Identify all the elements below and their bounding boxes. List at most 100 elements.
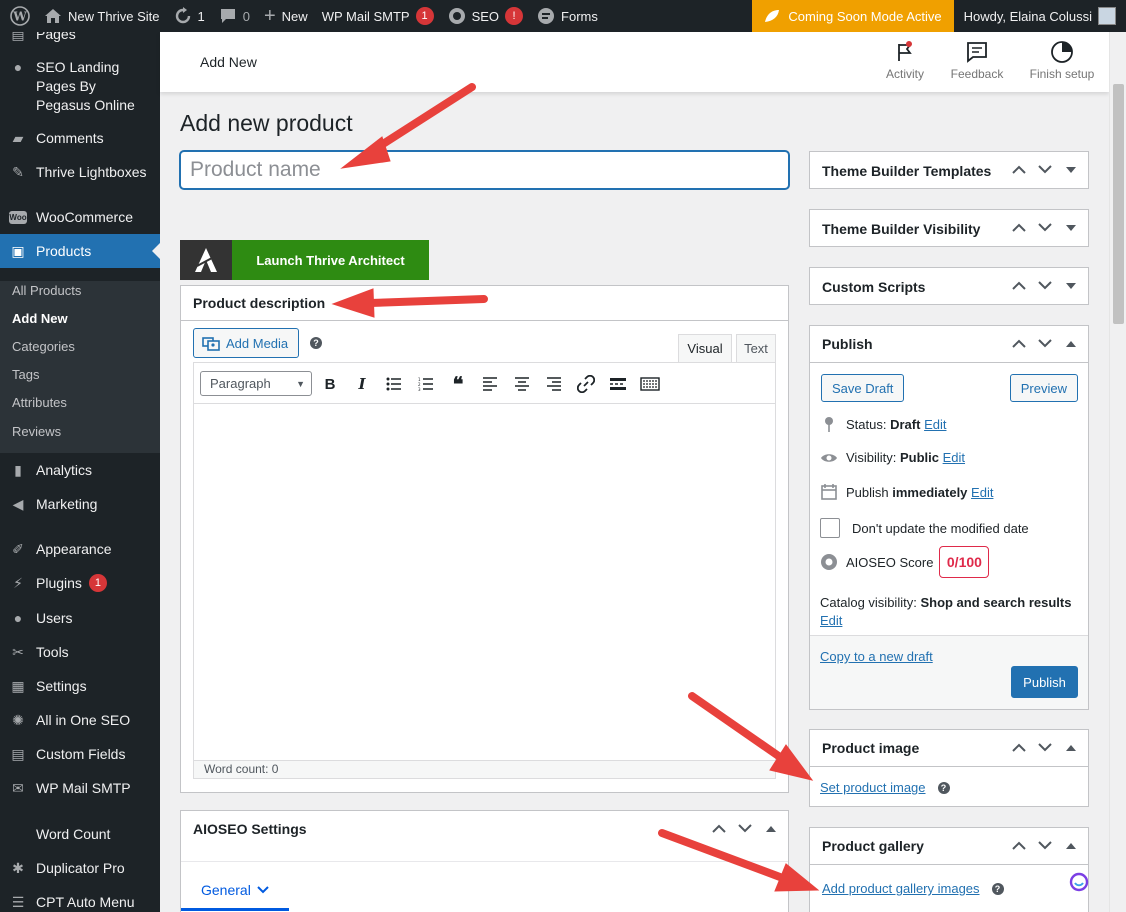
move-up-icon[interactable] (1010, 223, 1028, 232)
forms-menu[interactable]: Forms (530, 0, 605, 32)
sidebar-item-seo-landing[interactable]: ● SEO Landing Pages By Pegasus Online (0, 58, 150, 115)
save-draft-button[interactable]: Save Draft (821, 374, 905, 402)
chat-bubble-icon[interactable] (1068, 872, 1090, 892)
custom-scripts-header[interactable]: Custom Scripts (810, 268, 1088, 305)
theme-builder-visibility-header[interactable]: Theme Builder Visibility (810, 210, 1088, 247)
numbered-list-icon[interactable]: 123 (415, 373, 437, 395)
sidebar-item-woocommerce[interactable]: Woo WooCommerce (0, 208, 160, 227)
help-icon[interactable]: ? (991, 882, 1004, 895)
expand-toggle-icon[interactable] (1062, 166, 1080, 173)
move-up-icon[interactable] (1010, 281, 1028, 290)
sidebar-item-users[interactable]: ● Users (0, 609, 160, 628)
edit-catalog-link[interactable]: Edit (820, 613, 842, 628)
wp-logo-menu[interactable]: W (0, 0, 37, 32)
move-down-icon[interactable] (1036, 165, 1054, 174)
blockquote-icon[interactable]: ❝ (447, 372, 469, 396)
comments-menu[interactable]: 0 (212, 0, 257, 32)
activity-button[interactable]: Activity (870, 40, 940, 81)
move-up-icon[interactable] (1010, 339, 1028, 348)
set-product-image-link[interactable]: Set product image (820, 780, 926, 795)
account-menu[interactable]: Howdy, Elaina Colussi (954, 0, 1126, 32)
product-gallery-header[interactable]: Product gallery (810, 828, 1088, 865)
submenu-all-products[interactable]: All Products (12, 283, 81, 298)
product-name-input[interactable] (180, 151, 789, 189)
move-down-icon[interactable] (1036, 223, 1054, 232)
bullet-list-icon[interactable] (383, 373, 405, 395)
submenu-attributes[interactable]: Attributes (12, 395, 67, 410)
launch-thrive-architect-button[interactable]: Launch Thrive Architect (180, 240, 429, 280)
page-scrollbar[interactable] (1109, 32, 1126, 912)
toolbar-toggle-icon[interactable] (639, 373, 661, 395)
help-icon[interactable]: ? (937, 781, 950, 794)
coming-soon-indicator[interactable]: Coming Soon Mode Active (752, 0, 954, 32)
preview-button[interactable]: Preview (1009, 374, 1078, 402)
bold-icon[interactable]: B (319, 373, 341, 395)
wp-mail-smtp-menu[interactable]: WP Mail SMTP 1 (315, 0, 441, 32)
publish-header[interactable]: Publish (810, 326, 1088, 363)
sidebar-item-word-count[interactable]: Word Count (0, 825, 160, 844)
move-down-icon[interactable] (1036, 743, 1054, 752)
submenu-tags[interactable]: Tags (12, 367, 39, 382)
copy-to-draft-link[interactable]: Copy to a new draft (820, 649, 933, 664)
product-image-header[interactable]: Product image (810, 730, 1088, 767)
sidebar-item-marketing[interactable]: ◀ Marketing (0, 495, 160, 514)
move-down-icon[interactable] (1036, 339, 1054, 348)
tab-visual[interactable]: Visual (678, 334, 732, 362)
sidebar-item-appearance[interactable]: ✐ Appearance (0, 540, 160, 559)
seo-menu[interactable]: SEO ! (441, 0, 530, 32)
italic-icon[interactable]: I (351, 373, 373, 395)
new-content-menu[interactable]: + New (257, 0, 315, 32)
sidebar-item-duplicator-pro[interactable]: ✱ Duplicator Pro (0, 859, 160, 878)
sidebar-item-thrive-lightboxes[interactable]: ✎ Thrive Lightboxes (0, 163, 160, 182)
collapse-toggle-icon[interactable] (1062, 842, 1080, 849)
editor-content-area[interactable] (194, 404, 775, 759)
tab-general[interactable]: General (181, 871, 289, 911)
sidebar-item-cpt-auto-menu[interactable]: ☰ CPT Auto Menu (0, 893, 160, 912)
sidebar-item-settings[interactable]: ▦ Settings (0, 677, 160, 696)
theme-builder-templates-header[interactable]: Theme Builder Templates (810, 152, 1088, 189)
move-down-icon[interactable] (1036, 281, 1054, 290)
tab-text[interactable]: Text (736, 334, 776, 362)
sidebar-item-all-in-one-seo[interactable]: ✺ All in One SEO (0, 711, 160, 730)
collapse-toggle-icon[interactable] (762, 825, 780, 832)
collapse-toggle-icon[interactable] (1062, 744, 1080, 751)
submenu-reviews[interactable]: Reviews (12, 424, 61, 439)
expand-toggle-icon[interactable] (1062, 224, 1080, 231)
link-icon[interactable] (575, 373, 597, 395)
finish-setup-button[interactable]: Finish setup (1026, 40, 1098, 81)
updates-menu[interactable]: 1 (167, 0, 212, 32)
collapse-toggle-icon[interactable] (1062, 340, 1080, 347)
move-down-icon[interactable] (1036, 841, 1054, 850)
help-icon[interactable]: ? (310, 337, 322, 349)
align-center-icon[interactable] (511, 373, 533, 395)
sidebar-item-plugins[interactable]: ⚡ Plugins 1 (0, 574, 160, 593)
format-select[interactable]: Paragraph ▼ (200, 371, 312, 396)
scrollbar-thumb[interactable] (1113, 84, 1124, 324)
submenu-categories[interactable]: Categories (12, 339, 75, 354)
move-up-icon[interactable] (1010, 165, 1028, 174)
move-down-icon[interactable] (736, 824, 754, 833)
move-up-icon[interactable] (710, 824, 728, 833)
sidebar-item-comments[interactable]: ▰ Comments (0, 129, 160, 148)
sidebar-item-analytics[interactable]: ▮ Analytics (0, 461, 160, 480)
read-more-icon[interactable] (607, 373, 629, 395)
submenu-add-new[interactable]: Add New (12, 311, 68, 326)
dont-update-checkbox[interactable] (820, 518, 840, 538)
move-up-icon[interactable] (1010, 841, 1028, 850)
sidebar-item-tools[interactable]: ✂ Tools (0, 643, 160, 662)
sidebar-item-custom-fields[interactable]: ▤ Custom Fields (0, 745, 160, 764)
feedback-button[interactable]: Feedback (942, 40, 1012, 81)
edit-visibility-link[interactable]: Edit (943, 450, 965, 465)
site-name-menu[interactable]: New Thrive Site (37, 0, 167, 32)
add-media-button[interactable]: Add Media (193, 328, 300, 358)
align-right-icon[interactable] (543, 373, 565, 395)
sidebar-item-wp-mail-smtp[interactable]: ✉ WP Mail SMTP (0, 779, 160, 798)
add-gallery-images-link[interactable]: Add product gallery images (822, 881, 980, 896)
expand-toggle-icon[interactable] (1062, 282, 1080, 289)
align-left-icon[interactable] (479, 373, 501, 395)
edit-publish-date-link[interactable]: Edit (971, 485, 993, 500)
sidebar-item-pages[interactable]: ▤ Pages (0, 32, 160, 44)
aioseo-score-badge[interactable]: 0/100 (939, 546, 990, 578)
edit-status-link[interactable]: Edit (924, 417, 946, 432)
move-up-icon[interactable] (1010, 743, 1028, 752)
